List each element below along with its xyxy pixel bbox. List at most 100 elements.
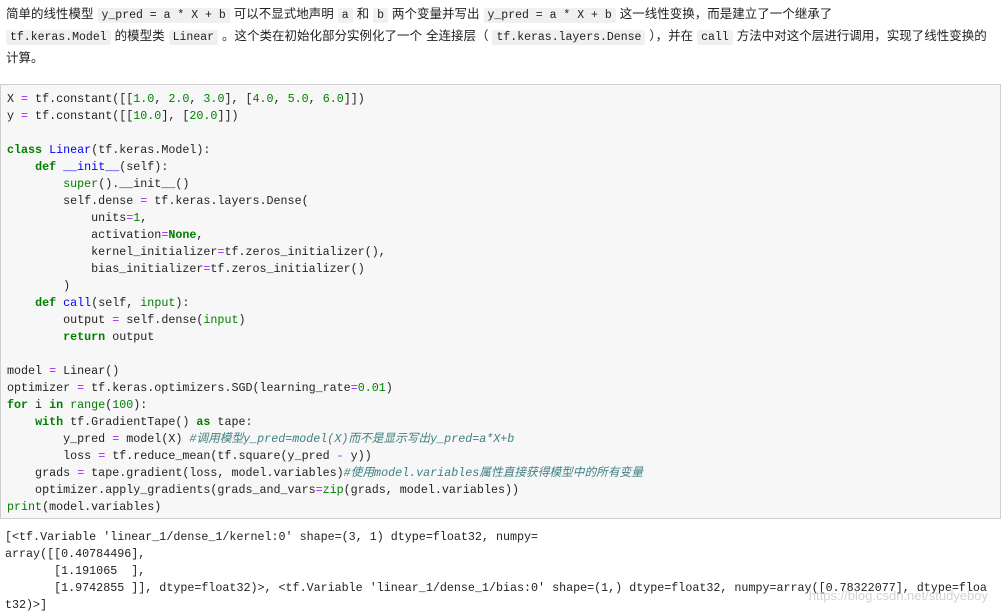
code-token: X: [7, 92, 22, 106]
code-line: print(model.variables): [7, 499, 643, 516]
code-token: Linear(): [56, 364, 120, 378]
inline-code: y_pred = a * X + b: [483, 8, 616, 23]
code-token: #调用模型y_pred=model(X)而不是显示写出y_pred=a*X+b: [189, 432, 515, 446]
code-token: y_pred: [7, 432, 113, 446]
code-line: ): [7, 278, 643, 295]
code-line: return output: [7, 329, 643, 346]
code-token: ]]): [343, 92, 365, 106]
code-token: return: [63, 330, 106, 344]
code-token: ):: [175, 296, 190, 310]
code-token: __init__: [63, 160, 120, 174]
output-line: [<tf.Variable 'linear_1/dense_1/kernel:0…: [5, 530, 539, 544]
code-token: zip: [322, 483, 344, 497]
code-token: 6.0: [322, 92, 344, 106]
code-token: input: [203, 313, 239, 327]
code-token: grads: [7, 466, 78, 480]
code-token: 2.0: [168, 92, 190, 106]
code-line: activation=None,: [7, 227, 643, 244]
code-token: as: [196, 415, 211, 429]
code-token: def: [35, 160, 57, 174]
code-token: =: [350, 381, 358, 395]
code-token: -: [336, 449, 344, 463]
code-line: grads = tape.gradient(loss, model.variab…: [7, 465, 643, 482]
intro-paragraph: 简单的线性模型 y_pred = a * X + b 可以不显式地声明 a 和 …: [6, 4, 996, 68]
code-line: kernel_initializer=tf.zeros_initializer(…: [7, 244, 643, 261]
code-token: kernel_initializer: [7, 245, 218, 259]
code-token: #使用model.variables属性直接获得模型中的所有变量: [343, 466, 643, 480]
code-token: ]]): [217, 109, 239, 123]
code-token: activation: [7, 228, 162, 242]
code-token: ], [: [161, 109, 190, 123]
code-token: in: [49, 398, 64, 412]
code-token: with: [35, 415, 64, 429]
code-token: (self,: [91, 296, 141, 310]
code-token: ,: [196, 228, 204, 242]
intro-text: 可以不显式地声明: [233, 6, 334, 21]
code-token: print: [7, 500, 43, 514]
output-line: array([[0.40784496],: [5, 547, 146, 561]
code-line: optimizer.apply_gradients(grads_and_vars…: [7, 482, 643, 499]
code-token: tf.GradientTape(): [63, 415, 197, 429]
code-token: self.dense(: [119, 313, 204, 327]
code-token: tf.reduce_mean(tf.square(y_pred: [105, 449, 337, 463]
code-line: def call(self, input):: [7, 295, 643, 312]
inline-code: b: [373, 8, 389, 23]
intro-text: 这一线性变换，而是建立了一个继承了: [619, 6, 833, 21]
code-block: X = tf.constant([[1.0, 2.0, 3.0], [4.0, …: [0, 84, 1001, 519]
code-line: for i in range(100):: [7, 397, 643, 414]
code-token: Linear: [49, 143, 92, 157]
code-token: tf.constant([[: [28, 92, 134, 106]
code-token: model(X): [119, 432, 190, 446]
code-token: ], [: [224, 92, 253, 106]
code-token: range: [70, 398, 106, 412]
code-token: (model.variables): [42, 500, 162, 514]
code-token: (tf.keras.Model):: [91, 143, 211, 157]
code-line: model = Linear(): [7, 363, 643, 380]
code-token: 20.0: [189, 109, 218, 123]
code-token: tf.constant([[: [28, 109, 134, 123]
inline-code: Linear: [168, 30, 219, 45]
code-line: X = tf.constant([[1.0, 2.0, 3.0], [4.0, …: [7, 91, 643, 108]
code-token: bias_initializer: [7, 262, 204, 276]
intro-text: 两个变量并写出: [392, 6, 480, 21]
intro-text: 和: [356, 6, 370, 21]
inline-code: y_pred = a * X + b: [97, 8, 230, 23]
code-line: units=1,: [7, 210, 643, 227]
code-token: tape.gradient(loss, model.variables): [84, 466, 344, 480]
code-token: input: [140, 296, 176, 310]
code-token: tape:: [210, 415, 253, 429]
code-token: 1.0: [133, 92, 155, 106]
code-token: i: [28, 398, 50, 412]
code-token: =: [315, 483, 323, 497]
code-line: bias_initializer=tf.zeros_initializer(): [7, 261, 643, 278]
code-token: tf.zeros_initializer(): [210, 262, 365, 276]
code-line: output = self.dense(input): [7, 312, 643, 329]
watermark: https://blog.csdn.net/studyeboy: [808, 588, 988, 603]
output-line: [1.191065 ],: [5, 564, 146, 578]
code-token: ): [238, 313, 246, 327]
code-line: y_pred = model(X) #调用模型y_pred=model(X)而不…: [7, 431, 643, 448]
inline-code: a: [337, 8, 353, 23]
code-token: loss: [7, 449, 99, 463]
intro-text: 的模型类: [114, 28, 165, 43]
code-token: output: [7, 313, 113, 327]
code-token: tf.keras.optimizers.SGD(learning_rate: [84, 381, 351, 395]
code-token: ): [385, 381, 393, 395]
code-token: 100: [112, 398, 134, 412]
code-token: ):: [133, 398, 148, 412]
code-token: 5.0: [287, 92, 309, 106]
code-token: optimizer: [7, 381, 78, 395]
code-token: for: [7, 398, 29, 412]
code-token: ,: [154, 92, 169, 106]
code-token: (self):: [119, 160, 169, 174]
code-token: self.dense: [7, 194, 141, 208]
code-line: self.dense = tf.keras.layers.Dense(: [7, 193, 643, 210]
code-token: tf.zeros_initializer(),: [224, 245, 386, 259]
code-line: class Linear(tf.keras.Model):: [7, 142, 643, 159]
code-token: super: [63, 177, 99, 191]
code-token: ,: [189, 92, 204, 106]
